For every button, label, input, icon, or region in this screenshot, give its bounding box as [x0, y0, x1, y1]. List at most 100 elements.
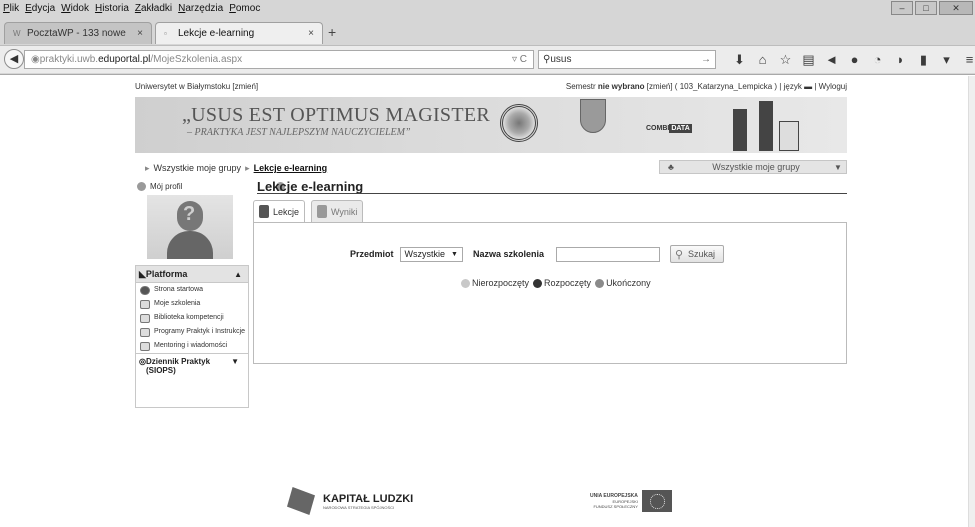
tab-wyniki[interactable]: Wyniki [311, 200, 364, 222]
dropdown-icon[interactable]: ▾ [935, 51, 958, 69]
status-legend: Nierozpoczęty Rozpoczęty Ukończony [457, 278, 651, 288]
web-page: Uniwersytet w Białymstoku [zmień] Semest… [0, 76, 968, 527]
menu-plik[interactable]: Plik [3, 3, 19, 14]
hamburger-icon[interactable]: ≡ [958, 51, 975, 69]
url-prefix: praktyki.uwb. [39, 54, 99, 65]
figure-icon [733, 109, 747, 151]
reload-icon[interactable]: ▿ C [512, 54, 527, 65]
profile-dot-icon [137, 182, 146, 191]
subject-value: Wszystkie [404, 249, 446, 259]
university-seal-icon [500, 104, 538, 142]
sidebar-section-dziennik[interactable]: ◎ Dziennik Praktyk (SIOPS) ▼ [136, 353, 248, 378]
avatar: ? [147, 195, 233, 259]
banner-title: „USUS EST OPTIMUS MAGISTER [182, 104, 491, 126]
user-details[interactable]: [zmień] ( 103_Katarzyna_Lempicka ) | jęz… [645, 82, 802, 91]
figure-icon [759, 101, 773, 151]
filter-form: Przedmiot Wszystkie ▼ Nazwa szkolenia ⚲ … [350, 245, 725, 263]
menu-zakladki[interactable]: Zakładki [135, 3, 172, 14]
search-input[interactable]: usus [550, 54, 571, 65]
sidebar-item-programy[interactable]: Programy Praktyk i Instrukcje [136, 325, 248, 339]
menu-button-icon[interactable]: ▮ [912, 51, 935, 69]
search-button[interactable]: ⚲ Szukaj [669, 245, 725, 263]
chevron-right-icon: ▸ [245, 163, 250, 173]
close-tab-icon[interactable]: × [308, 28, 314, 39]
close-tab-icon[interactable]: × [137, 28, 143, 39]
university-selector[interactable]: Uniwersytet w Białymstoku [zmień] [135, 82, 258, 91]
sidebar-item-biblioteka[interactable]: Biblioteka kompetencji [136, 311, 248, 325]
mail-icon [140, 342, 150, 351]
my-profile-link[interactable]: Mój profil [150, 182, 182, 191]
page-title: Lekcje e-learning [257, 179, 364, 194]
combidata-logo: COMBI DATA [646, 124, 692, 133]
tab-poczta[interactable]: W PocztaWP - 133 nowe × [4, 22, 152, 44]
section-label: Dziennik Praktyk (SIOPS) [145, 357, 211, 375]
sidebar-item-moje-szkolenia[interactable]: Moje szkolenia [136, 297, 248, 311]
bookmark-star-icon[interactable]: ☆ [774, 51, 797, 69]
sidebar-item-label: Strona startowa [154, 286, 204, 293]
sidebar-item-mentoring[interactable]: Mentoring i wiadomości [136, 339, 248, 353]
chevron-up-icon[interactable]: ▲ [234, 270, 242, 279]
menu-widok[interactable]: Widok [61, 3, 89, 14]
toolbar-icons: ⬇ ⌂ ☆ ▤ ◄ ● ◔ ◗ ▮ ▾ ≡ [728, 51, 975, 69]
page-scrollbar[interactable] [968, 76, 975, 527]
breadcrumb-groups[interactable]: Wszystkie moje grupy [154, 163, 242, 173]
minimize-button[interactable]: – [891, 1, 913, 15]
back-button[interactable]: ◀ [4, 49, 24, 69]
banner-subtitle: – PRAKTYKA JEST NAJLEPSZYM NAUCZYCIELEM” [187, 127, 411, 138]
home-icon[interactable]: ⌂ [751, 51, 774, 69]
url-path: /MojeSzkolenia.aspx [150, 54, 243, 65]
wp-favicon-icon: W [13, 29, 21, 38]
send-icon[interactable]: ◄ [820, 51, 843, 69]
not-started-dot-icon [461, 278, 470, 288]
adblock-icon[interactable]: ● [843, 51, 866, 69]
tab-label: Wyniki [331, 206, 358, 217]
kapital-ludzki-logo-icon [287, 487, 315, 515]
group-select[interactable]: ♣ Wszystkie moje grupy ▼ [659, 160, 847, 174]
subject-select[interactable]: Wszystkie ▼ [399, 246, 463, 262]
sidebar-section-platforma[interactable]: ◣ Platforma ▲ [136, 266, 248, 283]
lessons-icon [259, 205, 269, 218]
logout-link[interactable]: | Wyloguj [814, 82, 847, 91]
tab-label: PocztaWP - 133 nowe [27, 28, 126, 39]
kl-title: KAPITAŁ LUDZKI [323, 492, 414, 505]
sidebar-item-label: Moje szkolenia [154, 300, 201, 307]
url-domain: eduportal.pl [98, 54, 151, 65]
menu-edycja[interactable]: Edycja [25, 3, 55, 14]
footer-kapital-ludzki: KAPITAŁ LUDZKI NARODOWA STRATEGIA SPÓJNO… [287, 486, 413, 516]
eu-flag-icon [641, 490, 672, 512]
extension-icon[interactable]: ◗ [889, 51, 912, 69]
user-info: Semestr nie wybrano [zmień] ( 103_Katarz… [566, 82, 847, 91]
menu-narzedzia[interactable]: Narzędzia [178, 3, 223, 14]
avatar-body-icon [167, 231, 213, 259]
go-arrow-icon[interactable]: → [701, 54, 711, 65]
nav-bar: ◀ ◉ praktyki.uwb. eduportal.pl/MojeSzkole… [0, 45, 975, 73]
group-select-value: Wszystkie moje grupy [712, 162, 800, 172]
menu-historia[interactable]: Historia [95, 3, 129, 14]
sidebar-item-label: Programy Praktyk i Instrukcje [154, 328, 246, 335]
tab-lekcje[interactable]: ▫ Lekcje e-learning × [155, 22, 323, 44]
sidebar-item-strona-startowa[interactable]: Strona startowa [136, 283, 248, 297]
chevron-down-icon[interactable]: ▼ [231, 357, 239, 375]
reader-icon[interactable]: ▤ [797, 51, 820, 69]
sidebar-item-label: Biblioteka kompetencji [154, 314, 224, 321]
tab-lekcje-content[interactable]: Lekcje [253, 200, 306, 222]
city-crest-icon [580, 99, 606, 133]
kl-subtitle: NARODOWA STRATEGIA SPÓJNOŚCI [323, 504, 395, 510]
title-divider [257, 193, 847, 194]
url-bar[interactable]: ◉ praktyki.uwb. eduportal.pl/MojeSzkoleni… [24, 50, 534, 69]
close-window-button[interactable]: ✕ [939, 1, 973, 15]
new-tab-button[interactable]: + [328, 24, 336, 40]
download-icon[interactable]: ⬇ [728, 51, 751, 69]
board-icon [779, 121, 799, 151]
globe-icon: ◉ [31, 54, 40, 65]
home-globe-icon [140, 286, 150, 295]
flag-icon[interactable]: ▬ [804, 82, 812, 91]
search-bar[interactable]: ⚲ usus → [538, 50, 716, 69]
maximize-button[interactable]: □ [915, 1, 937, 15]
training-name-input[interactable] [555, 246, 660, 262]
breadcrumb: ▸ Wszystkie moje grupy ▸ Lekcje e-learning [141, 163, 327, 174]
chat-icon[interactable]: ◔ [866, 51, 889, 69]
breadcrumb-current[interactable]: Lekcje e-learning [254, 163, 328, 173]
menu-pomoc[interactable]: Pomoc [229, 3, 260, 14]
footer-eu: UNIA EUROPEJSKA EUROPEJSKI FUNDUSZ SPOŁE… [590, 490, 672, 512]
